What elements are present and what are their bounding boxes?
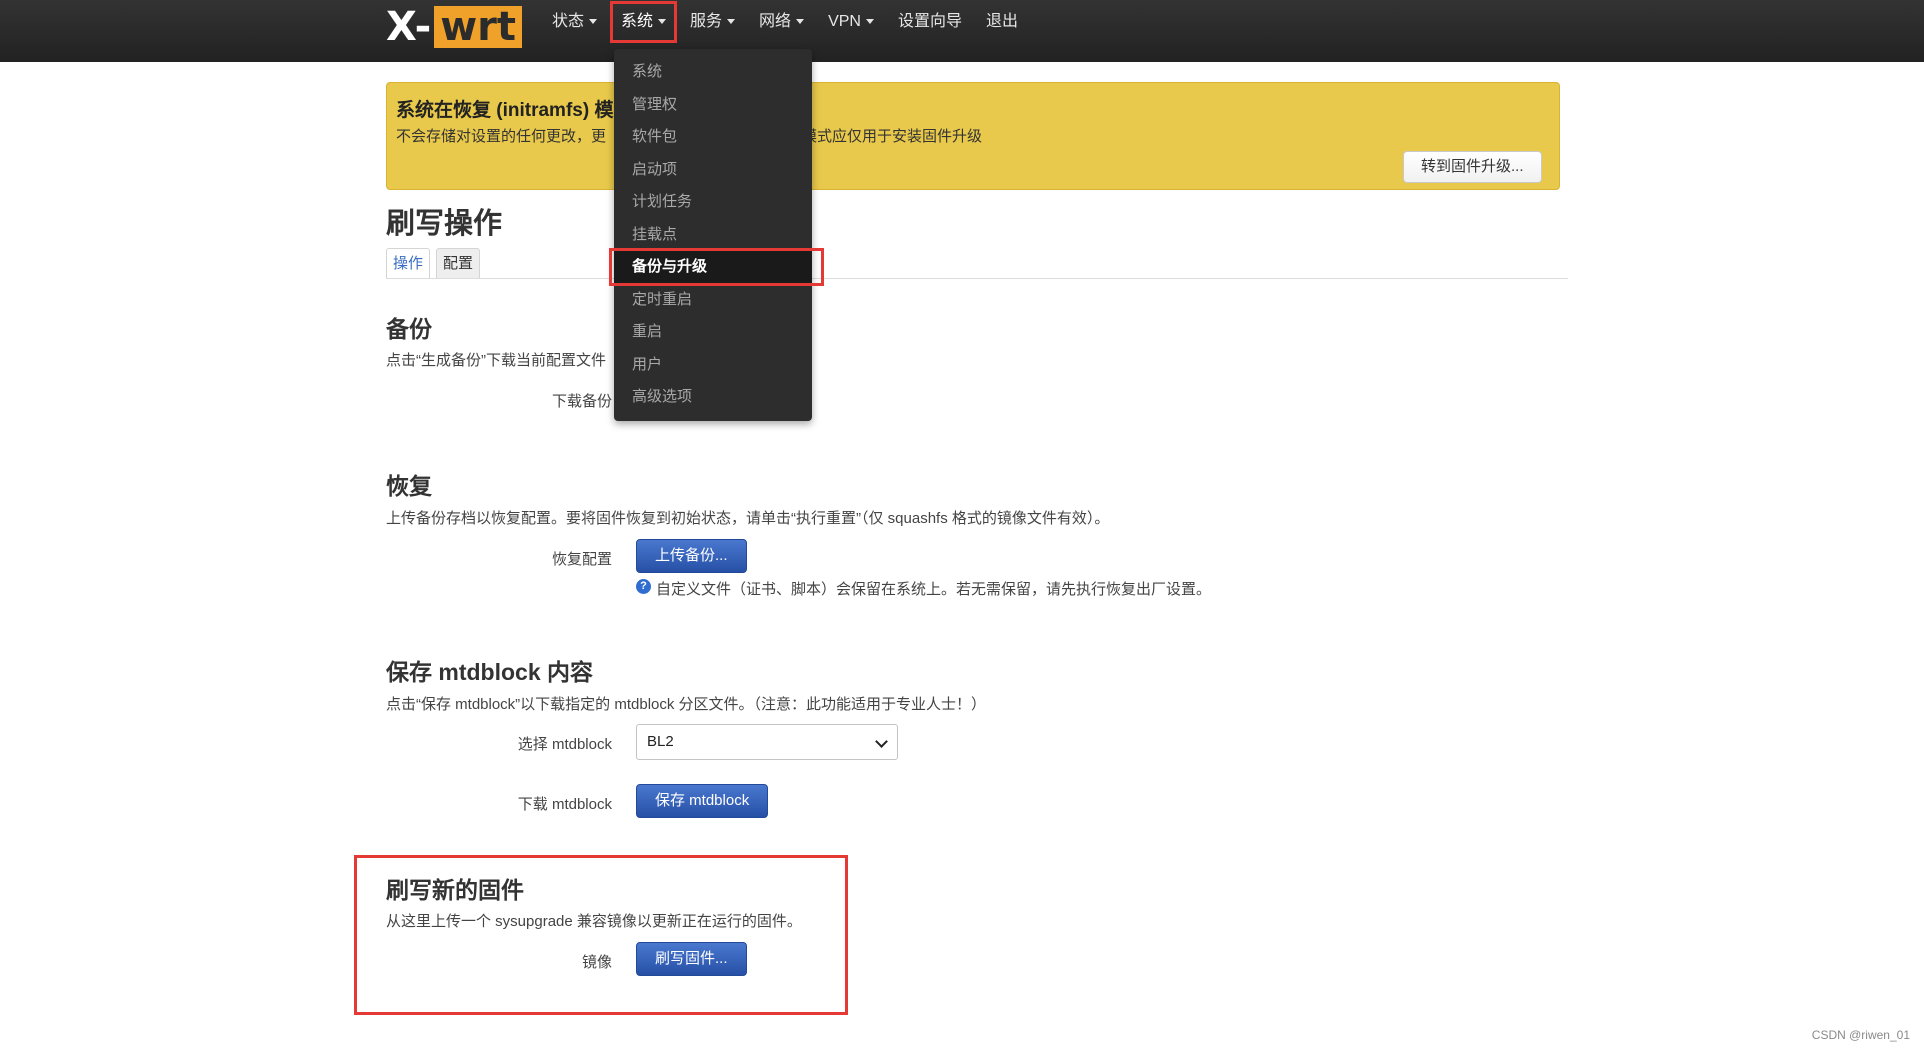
alert-text: 不会存储对设置的任何更改，更 bbox=[396, 128, 607, 145]
menu-item-reboot[interactable]: 重启 bbox=[614, 316, 812, 349]
caret-down-icon bbox=[796, 19, 805, 25]
menu-item-timed-reboot[interactable]: 定时重启 bbox=[614, 284, 812, 317]
recovery-mode-alert: 系统在恢复 (initramfs) 模 不会存储对设置的任何更改，更 此模式应仅… bbox=[386, 82, 1560, 190]
main-nav: 状态 系统 服务 网络 VPN 设置向导 退出 bbox=[540, 0, 1030, 44]
mtdblock-select[interactable]: BL2 bbox=[636, 724, 898, 760]
nav-system[interactable]: 系统 bbox=[609, 0, 678, 44]
restore-help-text: 自定义文件（证书、脚本）会保留在系统上。若无需保留，请先执行恢复出厂设置。 bbox=[656, 581, 1212, 598]
page-title: 刷写操作 bbox=[386, 208, 503, 240]
save-mtdblock-button[interactable]: 保存 mtdblock bbox=[636, 784, 769, 818]
logo-text-x: X- bbox=[386, 4, 433, 50]
nav-status[interactable]: 状态 bbox=[540, 0, 609, 44]
caret-down-icon bbox=[589, 19, 598, 25]
upload-backup-button[interactable]: 上传备份... bbox=[636, 539, 747, 573]
nav-services-label: 服务 bbox=[690, 13, 723, 30]
mtdblock-select-value: BL2 bbox=[647, 733, 674, 750]
caret-down-icon bbox=[727, 19, 736, 25]
tab-actions[interactable]: 操作 bbox=[386, 248, 431, 278]
caret-down-icon bbox=[865, 19, 874, 25]
mtdblock-section-title: 保存 mtdblock 内容 bbox=[386, 659, 594, 685]
menu-item-users[interactable]: 用户 bbox=[614, 349, 812, 382]
nav-setup-wizard[interactable]: 设置向导 bbox=[886, 0, 974, 44]
nav-setup-wizard-label: 设置向导 bbox=[897, 13, 962, 30]
system-dropdown-menu: 系统 管理权 软件包 启动项 计划任务 挂载点 备份与升级 定时重启 重启 用户… bbox=[614, 49, 812, 421]
nav-vpn-label: VPN bbox=[828, 13, 861, 30]
download-backup-label: 下载备份 bbox=[551, 393, 612, 410]
nav-services[interactable]: 服务 bbox=[678, 0, 747, 44]
flash-section-title: 刷写新的固件 bbox=[386, 877, 524, 903]
brand-logo[interactable]: X- wrt bbox=[386, 4, 522, 50]
logo-text-wrt: wrt bbox=[434, 6, 522, 48]
restore-section-title: 恢复 bbox=[386, 473, 432, 499]
tab-configuration[interactable]: 配置 bbox=[436, 248, 481, 278]
menu-item-software[interactable]: 软件包 bbox=[614, 121, 812, 154]
nav-network[interactable]: 网络 bbox=[747, 0, 816, 44]
backup-section-title: 备份 bbox=[386, 316, 432, 342]
menu-item-scheduled-tasks[interactable]: 计划任务 bbox=[614, 186, 812, 219]
alert-title: 系统在恢复 (initramfs) 模 bbox=[396, 100, 614, 121]
help-icon: ? bbox=[636, 579, 651, 594]
chevron-down-icon bbox=[875, 735, 888, 748]
alert-text-continued: 此模式应仅用于安装固件升级 bbox=[787, 128, 983, 145]
restore-section-desc: 上传备份存档以恢复配置。要将固件恢复到初始状态，请单击“执行重置”（仅 squa… bbox=[386, 510, 1110, 527]
caret-down-icon bbox=[658, 19, 667, 25]
goto-firmware-upgrade-button[interactable]: 转到固件升级... bbox=[1403, 151, 1542, 183]
menu-item-mount-points[interactable]: 挂载点 bbox=[614, 219, 812, 252]
mtdblock-section-desc: 点击“保存 mtdblock”以下载指定的 mtdblock 分区文件。（注意：… bbox=[386, 696, 987, 713]
nav-system-label: 系统 bbox=[621, 13, 654, 30]
select-mtdblock-label: 选择 mtdblock bbox=[517, 736, 612, 753]
backup-section-desc: 点击“生成备份”下载当前配置文件 bbox=[386, 352, 606, 369]
flash-firmware-button[interactable]: 刷写固件... bbox=[636, 942, 747, 976]
nav-status-label: 状态 bbox=[552, 13, 585, 30]
image-label: 镜像 bbox=[581, 954, 612, 971]
menu-item-administration[interactable]: 管理权 bbox=[614, 89, 812, 122]
nav-vpn[interactable]: VPN bbox=[816, 0, 886, 44]
restore-config-label: 恢复配置 bbox=[551, 551, 612, 568]
flash-section-desc: 从这里上传一个 sysupgrade 兼容镜像以更新正在运行的固件。 bbox=[386, 913, 802, 930]
menu-item-advanced[interactable]: 高级选项 bbox=[614, 381, 812, 414]
menu-item-backup-flash[interactable]: 备份与升级 bbox=[614, 251, 812, 284]
download-mtdblock-label: 下载 mtdblock bbox=[517, 796, 612, 813]
top-navbar: X- wrt 状态 系统 服务 网络 VPN 设置向导 退出 bbox=[0, 0, 1924, 62]
menu-item-system[interactable]: 系统 bbox=[614, 56, 812, 89]
tab-bar: 操作 配置 bbox=[386, 248, 1568, 279]
nav-network-label: 网络 bbox=[759, 13, 792, 30]
nav-logout-label: 退出 bbox=[985, 13, 1018, 30]
watermark: CSDN @riwen_01 bbox=[1811, 1028, 1910, 1042]
nav-logout[interactable]: 退出 bbox=[974, 0, 1030, 44]
menu-item-startup[interactable]: 启动项 bbox=[614, 154, 812, 187]
